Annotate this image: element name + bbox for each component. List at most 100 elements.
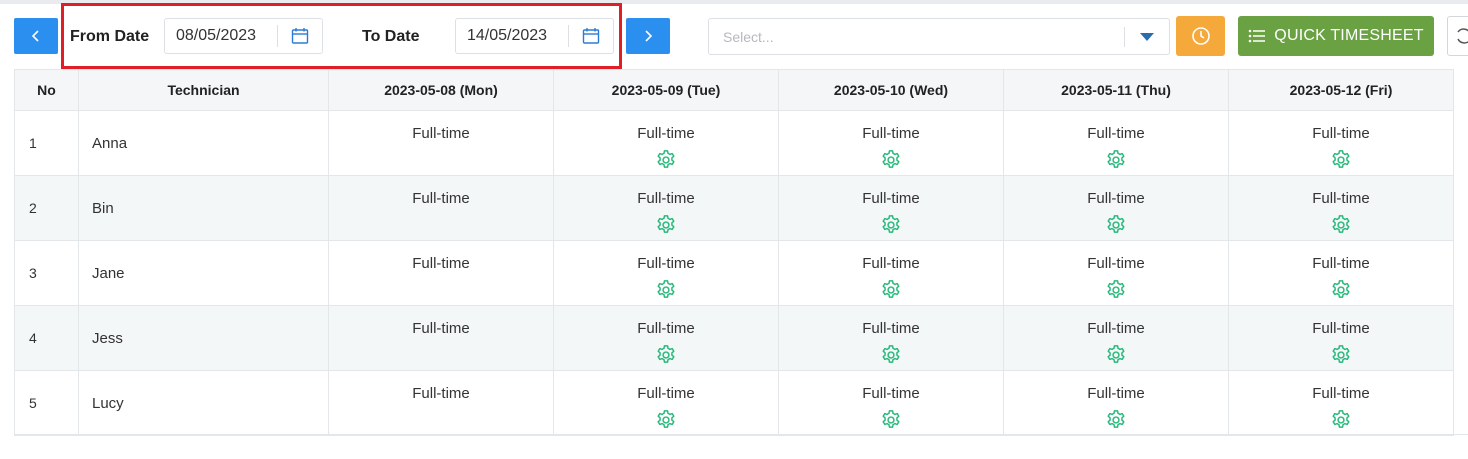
technician-name: Bin: [78, 175, 329, 241]
day-cell[interactable]: Full-time: [1003, 240, 1229, 306]
timesheet-table: No Technician 2023-05-08 (Mon) 2023-05-0…: [14, 69, 1454, 436]
gear-icon[interactable]: [655, 149, 677, 171]
day-cell[interactable]: Full-time: [1228, 370, 1454, 436]
column-header-date: 2023-05-12 (Fri): [1228, 69, 1454, 111]
row-number: 2: [14, 175, 79, 241]
calendar-icon: [582, 28, 600, 44]
day-cell[interactable]: Full-time: [778, 110, 1004, 176]
from-date-field[interactable]: 08/05/2023: [164, 18, 323, 54]
gear-icon[interactable]: [1330, 409, 1352, 431]
day-cell[interactable]: Full-time: [1228, 305, 1454, 371]
shift-type: Full-time: [637, 255, 695, 272]
gear-icon[interactable]: [655, 214, 677, 236]
column-header-date: 2023-05-08 (Mon): [328, 69, 554, 111]
column-header-date: 2023-05-09 (Tue): [553, 69, 779, 111]
day-cell[interactable]: Full-time: [553, 305, 779, 371]
gear-icon[interactable]: [1105, 214, 1127, 236]
refresh-button[interactable]: [1447, 16, 1468, 56]
day-cell[interactable]: Full-time: [328, 175, 554, 241]
shift-type: Full-time: [1312, 385, 1370, 402]
shift-type: Full-time: [1312, 320, 1370, 337]
shift-type: Full-time: [1312, 255, 1370, 272]
select-placeholder[interactable]: Select...: [709, 29, 1124, 45]
day-cell[interactable]: Full-time: [1228, 110, 1454, 176]
from-date-value[interactable]: 08/05/2023: [165, 27, 277, 45]
to-date-field[interactable]: 14/05/2023: [455, 18, 614, 54]
shift-type: Full-time: [1087, 320, 1145, 337]
day-cell[interactable]: Full-time: [553, 110, 779, 176]
gear-icon[interactable]: [655, 344, 677, 366]
gear-icon[interactable]: [1105, 279, 1127, 301]
gear-icon[interactable]: [655, 409, 677, 431]
shift-type: Full-time: [862, 320, 920, 337]
day-cell[interactable]: Full-time: [553, 175, 779, 241]
table-row: 2 Bin Full-time Full-time Full-time Full-time…: [14, 175, 1454, 241]
to-date-calendar-button[interactable]: [569, 27, 613, 45]
gear-icon[interactable]: [1105, 409, 1127, 431]
gear-icon[interactable]: [880, 214, 902, 236]
next-week-button[interactable]: [626, 18, 670, 54]
gear-icon[interactable]: [1330, 149, 1352, 171]
day-cell[interactable]: Full-time: [1228, 240, 1454, 306]
gear-icon[interactable]: [655, 279, 677, 301]
shift-type: Full-time: [1087, 255, 1145, 272]
gear-icon[interactable]: [880, 279, 902, 301]
table-row: 1 Anna Full-time Full-time Full-time Full-tim…: [14, 110, 1454, 176]
day-cell[interactable]: Full-time: [1003, 175, 1229, 241]
gear-icon[interactable]: [880, 344, 902, 366]
technician-select[interactable]: Select...: [708, 18, 1170, 55]
shift-type: Full-time: [862, 125, 920, 142]
prev-week-button[interactable]: [14, 18, 58, 54]
day-cell[interactable]: Full-time: [778, 175, 1004, 241]
day-cell[interactable]: Full-time: [328, 110, 554, 176]
column-header-date: 2023-05-10 (Wed): [778, 69, 1004, 111]
list-icon: [1248, 29, 1266, 43]
shift-type: Full-time: [637, 190, 695, 207]
day-cell[interactable]: Full-time: [1003, 305, 1229, 371]
day-cell[interactable]: Full-time: [778, 370, 1004, 436]
table-bottom-border: [14, 434, 1468, 435]
shift-type: Full-time: [412, 385, 470, 402]
day-cell[interactable]: Full-time: [553, 370, 779, 436]
refresh-icon: [1457, 28, 1468, 44]
gear-icon[interactable]: [1105, 149, 1127, 171]
gear-icon[interactable]: [1105, 344, 1127, 366]
shift-type: Full-time: [1087, 385, 1145, 402]
chevron-left-icon: [31, 30, 39, 42]
day-cell[interactable]: Full-time: [778, 240, 1004, 306]
shift-type: Full-time: [637, 385, 695, 402]
shift-type: Full-time: [412, 125, 470, 142]
day-cell[interactable]: Full-time: [328, 370, 554, 436]
row-number: 3: [14, 240, 79, 306]
time-history-button[interactable]: [1176, 16, 1225, 56]
shift-type: Full-time: [637, 320, 695, 337]
from-date-label: From Date: [70, 28, 150, 45]
gear-icon[interactable]: [1330, 279, 1352, 301]
shift-type: Full-time: [1087, 125, 1145, 142]
day-cell[interactable]: Full-time: [553, 240, 779, 306]
shift-type: Full-time: [862, 385, 920, 402]
gear-icon[interactable]: [880, 409, 902, 431]
row-number: 1: [14, 110, 79, 176]
day-cell[interactable]: Full-time: [328, 240, 554, 306]
chevron-right-icon: [645, 30, 653, 42]
to-date-value[interactable]: 14/05/2023: [456, 27, 568, 45]
gear-icon[interactable]: [1330, 344, 1352, 366]
shift-type: Full-time: [637, 125, 695, 142]
table-row: 3 Jane Full-time Full-time Full-time Full-tim…: [14, 240, 1454, 306]
table-header-row: No Technician 2023-05-08 (Mon) 2023-05-0…: [14, 69, 1454, 111]
gear-icon[interactable]: [880, 149, 902, 171]
quick-timesheet-button[interactable]: QUICK TIMESHEET: [1238, 16, 1434, 56]
gear-icon[interactable]: [1330, 214, 1352, 236]
select-dropdown-toggle[interactable]: [1125, 32, 1169, 41]
day-cell[interactable]: Full-time: [1003, 110, 1229, 176]
column-header-no: No: [14, 69, 79, 111]
from-date-calendar-button[interactable]: [278, 27, 322, 45]
caret-down-icon: [1140, 32, 1154, 41]
day-cell[interactable]: Full-time: [328, 305, 554, 371]
day-cell[interactable]: Full-time: [1228, 175, 1454, 241]
shift-type: Full-time: [1087, 190, 1145, 207]
day-cell[interactable]: Full-time: [778, 305, 1004, 371]
day-cell[interactable]: Full-time: [1003, 370, 1229, 436]
technician-name: Jane: [78, 240, 329, 306]
